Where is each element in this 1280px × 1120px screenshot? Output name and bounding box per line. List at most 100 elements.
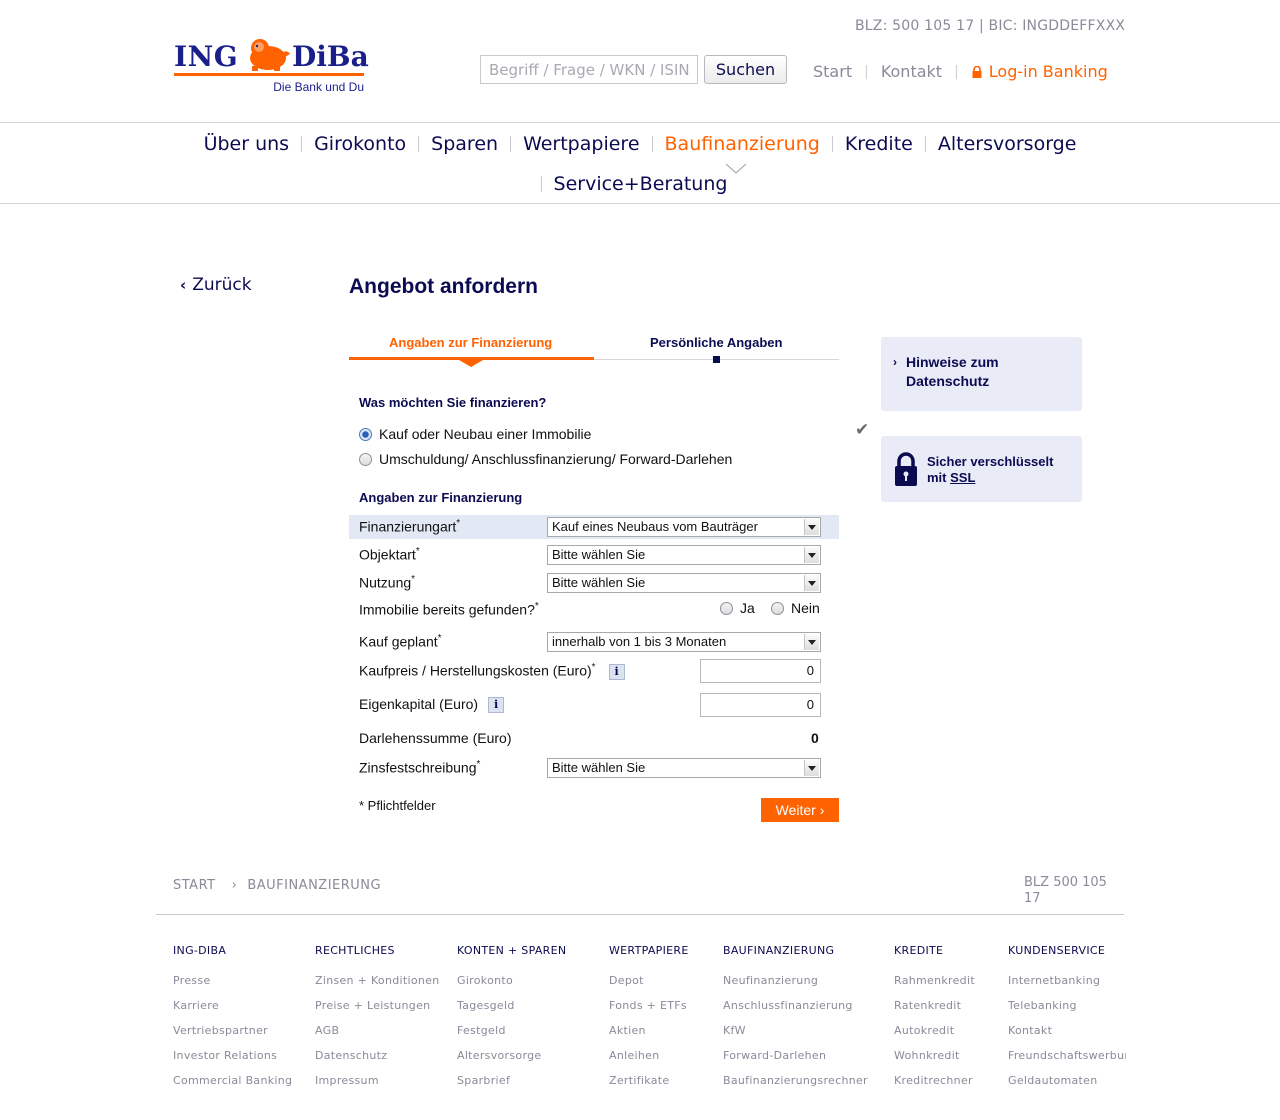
row-kauf-geplant: Kauf geplant* innerhalb von 1 bis 3 Mona…	[349, 630, 839, 654]
step-indicator: Angaben zur Finanzierung Persönliche Ang…	[349, 335, 839, 369]
footer-heading: BAUFINANZIERUNG	[723, 944, 835, 957]
padlock-icon	[895, 452, 917, 486]
footer-link[interactable]: Investor Relations	[173, 1049, 292, 1062]
nav-item-girokonto[interactable]: Girokonto	[302, 133, 418, 155]
radio-button[interactable]	[359, 452, 372, 466]
footer-link[interactable]: AGB	[315, 1024, 439, 1037]
footer-link[interactable]: Vertriebspartner	[173, 1024, 292, 1037]
footer-link[interactable]: Kontakt	[1008, 1024, 1126, 1037]
logo-tagline: Die Bank und Du	[273, 80, 364, 94]
footer-link[interactable]: Ratenkredit	[894, 999, 975, 1012]
kontakt-link[interactable]: Kontakt	[881, 62, 942, 81]
chevron-left-icon: ‹	[180, 276, 187, 294]
step-1-label: Angaben zur Finanzierung	[389, 335, 553, 350]
footer-link[interactable]: Sparbrief	[457, 1074, 566, 1087]
footer-link[interactable]: Altersvorsorge	[457, 1049, 566, 1062]
datenschutz-box[interactable]: › Hinweise zum Datenschutz	[881, 337, 1082, 411]
radio-kauf-neubau[interactable]: Kauf oder Neubau einer Immobilie	[359, 426, 591, 442]
breadcrumb-start[interactable]: START	[173, 878, 216, 893]
footer-link[interactable]: Tagesgeld	[457, 999, 566, 1012]
footer-link[interactable]: KfW	[723, 1024, 868, 1037]
zinsfestschreibung-select[interactable]: Bitte wählen Sie	[547, 758, 821, 778]
nav-item-service-beratung[interactable]: Service+Beratung	[542, 173, 740, 195]
nav-divider-bottom	[0, 203, 1280, 204]
search-button[interactable]: Suchen	[704, 55, 787, 84]
footer-link[interactable]: Girokonto	[457, 974, 566, 987]
footer-link[interactable]: Commercial Banking	[173, 1074, 292, 1087]
info-icon[interactable]: i	[608, 663, 625, 680]
footer-link[interactable]: Presse	[173, 974, 292, 987]
objektart-label: Objektart*	[359, 546, 420, 563]
footer-link[interactable]: Festgeld	[457, 1024, 566, 1037]
footer-link[interactable]: Geldautomaten	[1008, 1074, 1126, 1087]
radio-button[interactable]	[771, 601, 784, 615]
finanzierungsart-label: Finanzierungart*	[359, 518, 461, 535]
chevron-right-icon: ›	[893, 355, 897, 369]
nutzung-select[interactable]: Bitte wählen Sie	[547, 573, 821, 593]
radio-umschuldung[interactable]: Umschuldung/ Anschlussfinanzierung/ Forw…	[359, 451, 732, 467]
footer-link[interactable]: Preise + Leistungen	[315, 999, 439, 1012]
footer-link[interactable]: Aktien	[609, 1024, 689, 1037]
footer-link[interactable]: Anleihen	[609, 1049, 689, 1062]
footer-link[interactable]: Wohnkredit	[894, 1049, 975, 1062]
footer-link[interactable]: Fonds + ETFs	[609, 999, 689, 1012]
nav-item-altersvorsorge[interactable]: Altersvorsorge	[926, 133, 1089, 155]
footer-link[interactable]: Autokredit	[894, 1024, 975, 1037]
footer-column-konten-sparen: KONTEN + SPAREN Girokonto Tagesgeld Fest…	[457, 944, 566, 1099]
section-title: Angaben zur Finanzierung	[359, 490, 523, 505]
row-kaufpreis: Kaufpreis / Herstellungskosten (Euro)* i …	[349, 659, 839, 683]
footer-link[interactable]: Zinsen + Konditionen	[315, 974, 439, 987]
search-input[interactable]	[480, 55, 698, 84]
ing-diba-logo[interactable]: ING DiBa Die Bank und Du	[172, 36, 369, 96]
footer-link[interactable]: Telebanking	[1008, 999, 1126, 1012]
radio-button-selected[interactable]	[359, 427, 372, 441]
required-fields-note: * Pflichtfelder	[359, 798, 436, 813]
blz-bic-info: BLZ: 500 105 17 | BIC: INGDDEFFXXX	[855, 18, 1126, 34]
footer-link[interactable]: Internetbanking	[1008, 974, 1126, 987]
footer-link[interactable]: Zertifikate	[609, 1074, 689, 1087]
row-objektart: Objektart* Bitte wählen Sie	[349, 543, 839, 567]
back-link[interactable]: ‹ Zurück	[180, 275, 252, 295]
footer-column-kundenservice: KUNDENSERVICE Internetbanking Telebankin…	[1008, 944, 1126, 1099]
footer-link[interactable]: Rahmenkredit	[894, 974, 975, 987]
footer-link[interactable]: Kreditrechner	[894, 1074, 975, 1087]
row-nutzung: Nutzung* Bitte wählen Sie	[349, 571, 839, 595]
footer-link[interactable]: Freundschaftswerbung	[1008, 1049, 1126, 1062]
footer-link[interactable]: Datenschutz	[315, 1049, 439, 1062]
nav-item-sparen[interactable]: Sparen	[419, 133, 510, 155]
footer-link[interactable]: Depot	[609, 974, 689, 987]
nav-item-wertpapiere[interactable]: Wertpapiere	[511, 133, 651, 155]
footer-heading: KONTEN + SPAREN	[457, 944, 567, 957]
radio-ja[interactable]: Ja	[720, 600, 755, 616]
login-banking-link[interactable]: Log-in Banking	[971, 62, 1108, 81]
eigenkapital-label: Eigenkapital (Euro) i	[359, 696, 505, 714]
logo-text-ing: ING	[174, 40, 239, 73]
ja-label: Ja	[740, 600, 755, 616]
chevron-right-icon: ›	[231, 878, 238, 893]
nav-item-ueber-uns[interactable]: Über uns	[192, 133, 302, 155]
kaufpreis-input[interactable]: 0	[700, 659, 821, 683]
radio-nein[interactable]: Nein	[771, 600, 820, 616]
start-link[interactable]: Start	[813, 62, 852, 81]
footer-link[interactable]: Forward-Darlehen	[723, 1049, 868, 1062]
footer-link[interactable]: Anschlussfinanzierung	[723, 999, 868, 1012]
radio-button[interactable]	[720, 601, 733, 615]
login-banking-label: Log-in Banking	[988, 62, 1108, 81]
footer-link[interactable]: Impressum	[315, 1074, 439, 1087]
gefunden-label: Immobilie bereits gefunden?*	[359, 601, 539, 618]
finanzierungsart-select[interactable]: Kauf eines Neubaus vom Bauträger	[547, 517, 821, 537]
footer-link[interactable]: Neufinanzierung	[723, 974, 868, 987]
nav-item-kredite[interactable]: Kredite	[833, 133, 925, 155]
info-icon[interactable]: i	[488, 697, 505, 714]
kauf-geplant-select[interactable]: innerhalb von 1 bis 3 Monaten	[547, 632, 821, 652]
ssl-text: Sicher verschlüsselt mit SSL	[927, 454, 1054, 485]
eigenkapital-input[interactable]: 0	[700, 693, 821, 717]
footer-link[interactable]: Baufinanzierungsrechner	[723, 1074, 868, 1087]
weiter-button[interactable]: Weiter ›	[761, 798, 839, 822]
dropdown-arrow-icon	[804, 547, 819, 563]
nav-item-baufinanzierung[interactable]: Baufinanzierung	[653, 133, 832, 155]
objektart-select[interactable]: Bitte wählen Sie	[547, 545, 821, 565]
ssl-link[interactable]: SSL	[950, 470, 975, 485]
footer-heading: WERTPAPIERE	[609, 944, 689, 957]
footer-link[interactable]: Karriere	[173, 999, 292, 1012]
